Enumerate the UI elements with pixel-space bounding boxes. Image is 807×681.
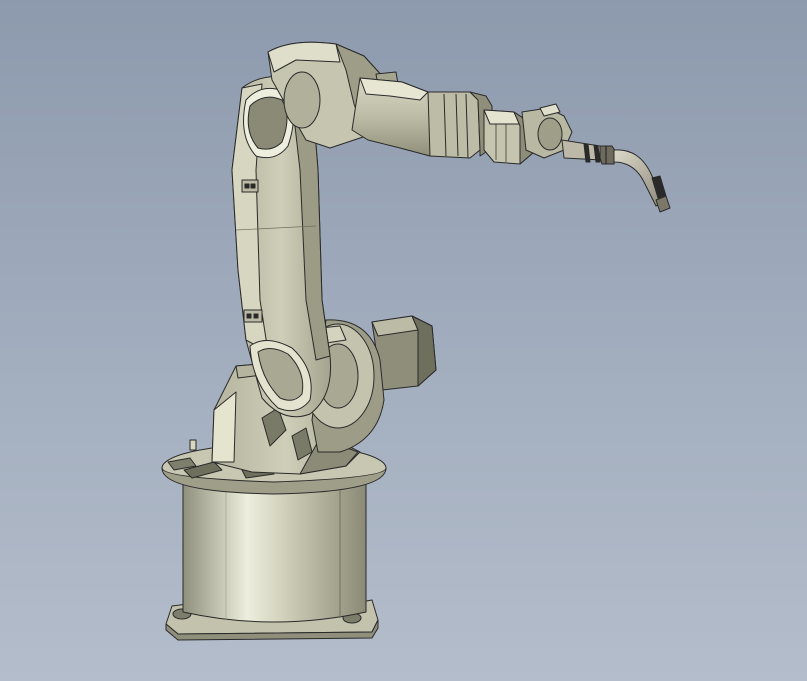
welding-torch [561,139,671,213]
cad-viewport[interactable] [0,0,807,681]
robot-forearm [351,77,493,159]
industrial-robot-model [161,41,671,641]
robot-wrist [483,103,573,165]
